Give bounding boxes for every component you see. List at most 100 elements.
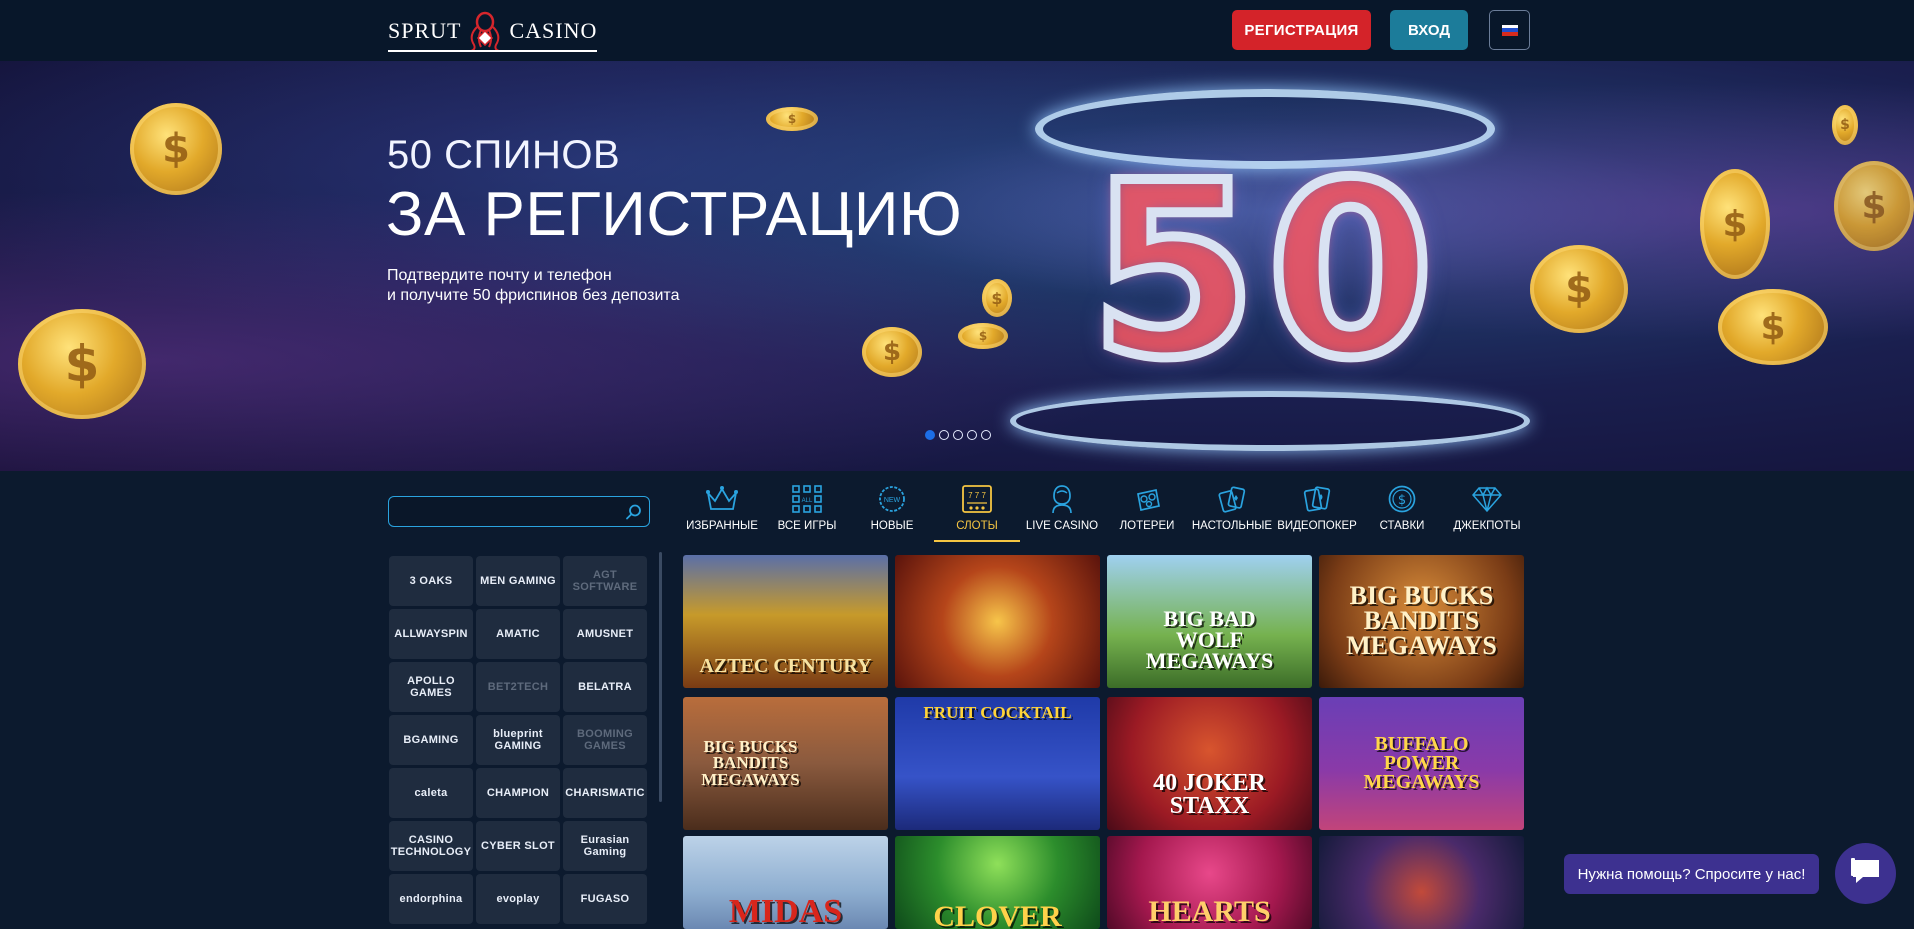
- dollar-coin-icon: $: [1385, 484, 1419, 514]
- slider-dot[interactable]: [925, 430, 935, 440]
- game-title: 40 JOKER STAXX: [1153, 769, 1266, 819]
- category-all-games[interactable]: ALL ВСЕ ИГРЫ: [764, 484, 850, 544]
- provider-label: CHARISMATIC: [565, 786, 645, 799]
- slider-dot[interactable]: [953, 430, 963, 440]
- coin-icon: $: [1700, 169, 1770, 279]
- category-label: ДЖЕКПОТЫ: [1453, 520, 1521, 532]
- category-label: LIVE CASINO: [1025, 520, 1099, 532]
- provider-label: Eurasian Gaming: [580, 833, 630, 858]
- provider-item[interactable]: caleta: [389, 768, 473, 818]
- category-label: СЛОТЫ: [956, 520, 998, 532]
- svg-text:$: $: [1398, 493, 1406, 508]
- sprut-casino-logo[interactable]: SPRUT CASINO: [388, 10, 598, 52]
- category-label: НОВЫЕ: [870, 520, 914, 532]
- slider-dots: [925, 430, 991, 440]
- provider-item[interactable]: endorphina: [389, 874, 473, 924]
- game-search[interactable]: [388, 496, 650, 527]
- coin-icon: $: [1530, 245, 1628, 333]
- category-label: ЛОТЕРЕИ: [1119, 520, 1175, 532]
- provider-label: AMATIC: [496, 627, 540, 640]
- provider-label: BET2TECH: [487, 680, 549, 693]
- game-tile[interactable]: BIG BUCKS BANDITS MEGAWAYS: [683, 697, 888, 830]
- svg-text:NEW: NEW: [884, 497, 901, 504]
- coin-icon: $: [1832, 105, 1858, 145]
- language-selector[interactable]: [1489, 10, 1530, 50]
- provider-item[interactable]: AMUSNET: [563, 609, 647, 659]
- category-table-games[interactable]: НАСТОЛЬНЫЕ: [1189, 484, 1275, 544]
- providers-list: 3 OAKS MEN GAMING AGT SOFTWARE ALLWAYSPI…: [388, 555, 650, 929]
- provider-item[interactable]: CHAMPION: [476, 768, 560, 818]
- game-tile[interactable]: FRUIT COCKTAIL: [895, 697, 1100, 830]
- game-tile[interactable]: AZTEC CENTURY: [683, 555, 888, 688]
- category-video-poker[interactable]: ВИДЕОПОКЕР: [1274, 484, 1360, 544]
- playing-cards-icon: [1215, 484, 1249, 514]
- provider-label: BELATRA: [578, 680, 632, 693]
- provider-item[interactable]: CHARISMATIC: [563, 768, 647, 818]
- svg-text:ALL: ALL: [802, 498, 813, 504]
- game-tile[interactable]: 40 JOKER STAXX: [1107, 697, 1312, 830]
- slot-machine-icon: 7 7 7: [960, 484, 994, 514]
- game-tile[interactable]: BUFFALO POWER MEGAWAYS: [1319, 697, 1524, 830]
- login-button[interactable]: ВХОД: [1390, 10, 1468, 50]
- lottery-ball-icon: [1130, 484, 1164, 514]
- search-input[interactable]: [397, 502, 617, 522]
- slider-dot[interactable]: [981, 430, 991, 440]
- logo-text-right: CASINO: [509, 18, 598, 43]
- provider-item[interactable]: Eurasian Gaming: [563, 821, 647, 871]
- category-jackpots[interactable]: ДЖЕКПОТЫ: [1444, 484, 1530, 544]
- provider-item[interactable]: BELATRA: [563, 662, 647, 712]
- game-tile[interactable]: [895, 555, 1100, 688]
- provider-item[interactable]: BGAMING: [389, 715, 473, 765]
- provider-item[interactable]: BOOMING GAMES: [563, 715, 647, 765]
- banner-desc-line: и получите 50 фриспинов без депозита: [387, 287, 680, 304]
- provider-item[interactable]: MEN GAMING: [476, 556, 560, 606]
- banner-title: ЗА РЕГИСТРАЦИЮ: [386, 180, 963, 249]
- game-tile[interactable]: HEARTS: [1107, 836, 1312, 929]
- provider-item[interactable]: APOLLO GAMES: [389, 662, 473, 712]
- provider-item[interactable]: ALLWAYSPIN: [389, 609, 473, 659]
- search-icon[interactable]: [625, 503, 643, 521]
- dealer-icon: [1045, 484, 1079, 514]
- category-live-casino[interactable]: LIVE CASINO: [1019, 484, 1105, 544]
- providers-scrollbar[interactable]: [659, 552, 662, 802]
- category-lottery[interactable]: ЛОТЕРЕИ: [1104, 484, 1190, 544]
- provider-item[interactable]: AMATIC: [476, 609, 560, 659]
- provider-item[interactable]: BET2TECH: [476, 662, 560, 712]
- slider-dot[interactable]: [939, 430, 949, 440]
- category-favorites[interactable]: ИЗБРАННЫЕ: [679, 484, 765, 544]
- help-chat-prompt[interactable]: Нужна помощь? Спросите у нас!: [1564, 854, 1819, 894]
- category-bets[interactable]: $ СТАВКИ: [1359, 484, 1445, 544]
- game-tile[interactable]: CLOVER: [895, 836, 1100, 929]
- game-title: BIG BUCKS BANDITS MEGAWAYS: [1346, 581, 1497, 660]
- provider-item[interactable]: CASINO TECHNOLOGY: [389, 821, 473, 871]
- provider-label: caleta: [414, 786, 448, 799]
- coin-icon: $: [1834, 161, 1914, 251]
- provider-item[interactable]: FUGASO: [563, 874, 647, 924]
- chat-open-button[interactable]: [1835, 843, 1896, 904]
- provider-label: ALLWAYSPIN: [394, 627, 468, 640]
- grid-all-icon: ALL: [790, 484, 824, 514]
- register-button[interactable]: РЕГИСТРАЦИЯ: [1232, 10, 1371, 50]
- new-badge-icon: NEW: [875, 484, 909, 514]
- game-tile[interactable]: MIDAS: [683, 836, 888, 929]
- provider-item[interactable]: AGT SOFTWARE: [563, 556, 647, 606]
- game-title: MIDAS: [728, 893, 843, 929]
- provider-item[interactable]: CYBER SLOT: [476, 821, 560, 871]
- logo-underline: [388, 50, 598, 52]
- provider-item[interactable]: evoplay: [476, 874, 560, 924]
- promo-banner[interactable]: $ $ $ $ $ $ $ $ $ $ $ 5 0 50 СПИНОВ ЗА Р…: [0, 61, 1914, 471]
- slider-dot[interactable]: [967, 430, 977, 440]
- game-tile[interactable]: BIG BUCKS BANDITS MEGAWAYS: [1319, 555, 1524, 688]
- banner-subtitle: 50 СПИНОВ: [387, 133, 621, 177]
- category-new[interactable]: NEW НОВЫЕ: [849, 484, 935, 544]
- provider-label: APOLLO GAMES: [407, 674, 455, 699]
- coin-icon: $: [1718, 289, 1828, 365]
- category-label: НАСТОЛЬНЫЕ: [1191, 520, 1273, 532]
- category-label: ВИДЕОПОКЕР: [1277, 520, 1357, 532]
- top-header: SPRUT CASINO РЕГИСТРАЦИЯ ВХОД: [0, 0, 1914, 61]
- game-tile[interactable]: [1319, 836, 1524, 929]
- provider-item[interactable]: blueprint GAMING: [476, 715, 560, 765]
- category-slots[interactable]: 7 7 7 СЛОТЫ: [934, 484, 1020, 544]
- game-tile[interactable]: BIG BAD WOLF MEGAWAYS: [1107, 555, 1312, 688]
- provider-item[interactable]: 3 OAKS: [389, 556, 473, 606]
